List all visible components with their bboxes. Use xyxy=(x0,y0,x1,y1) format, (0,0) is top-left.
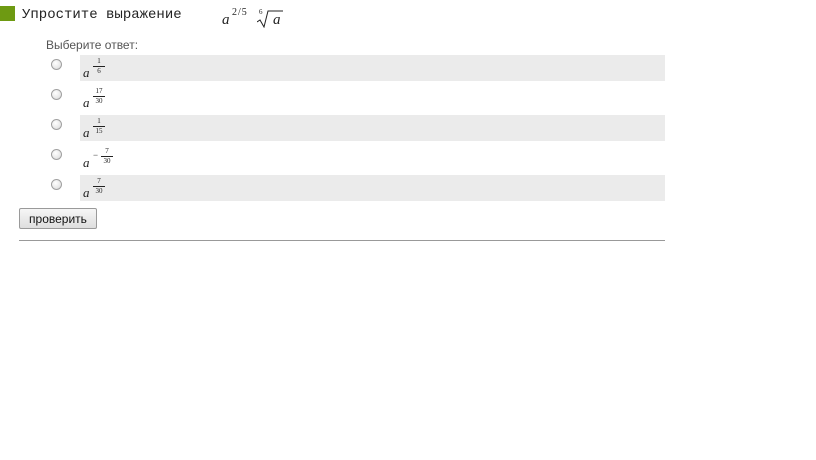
question-exponent: 2/5 xyxy=(232,7,248,18)
option-row[interactable]: a 1 15 xyxy=(80,115,665,141)
question-text: Упростите выражение xyxy=(22,7,182,23)
fraction-denominator: 6 xyxy=(97,67,101,75)
option-exponent-sign: − xyxy=(93,150,99,160)
option-base: a xyxy=(83,65,90,80)
divider xyxy=(19,240,665,241)
question-radicand: a xyxy=(273,12,281,28)
option-exponent-fraction: 1 15 xyxy=(92,118,106,135)
fraction-numerator: 17 xyxy=(95,87,103,95)
fraction-numerator: 1 xyxy=(97,117,101,125)
fraction-denominator: 30 xyxy=(103,157,111,165)
fraction-denominator: 15 xyxy=(95,127,103,135)
fraction-denominator: 30 xyxy=(95,187,103,195)
option-row[interactable]: a 17 30 xyxy=(80,85,665,111)
option-base: a xyxy=(83,125,90,140)
option-base: a xyxy=(83,155,90,170)
option-radio[interactable] xyxy=(51,119,62,130)
option-radio[interactable] xyxy=(51,149,62,160)
fraction-numerator: 7 xyxy=(105,147,109,155)
option-exponent-fraction: 7 30 xyxy=(100,148,114,165)
fraction-denominator: 30 xyxy=(95,97,103,105)
option-exponent-fraction: 16 xyxy=(92,58,106,75)
option-radio[interactable] xyxy=(51,89,62,100)
question-marker xyxy=(0,6,15,21)
option-row[interactable]: a16 xyxy=(80,55,665,81)
question-expression: a 2/5 6 a xyxy=(222,7,302,29)
option-radio[interactable] xyxy=(51,59,62,70)
answer-prompt: Выберите ответ: xyxy=(46,38,139,52)
fraction-numerator: 1 xyxy=(97,57,101,65)
option-radio[interactable] xyxy=(51,179,62,190)
check-button[interactable]: проверить xyxy=(19,208,97,229)
option-exponent-fraction: 7 30 xyxy=(92,178,106,195)
option-base: a xyxy=(83,185,90,200)
question-base: a xyxy=(222,12,230,28)
fraction-numerator: 7 xyxy=(97,177,101,185)
option-exponent-fraction: 17 30 xyxy=(92,88,106,105)
option-row[interactable]: a 7 30 xyxy=(80,175,665,201)
option-base: a xyxy=(83,95,90,110)
option-row[interactable]: a −7 30 xyxy=(80,145,665,171)
